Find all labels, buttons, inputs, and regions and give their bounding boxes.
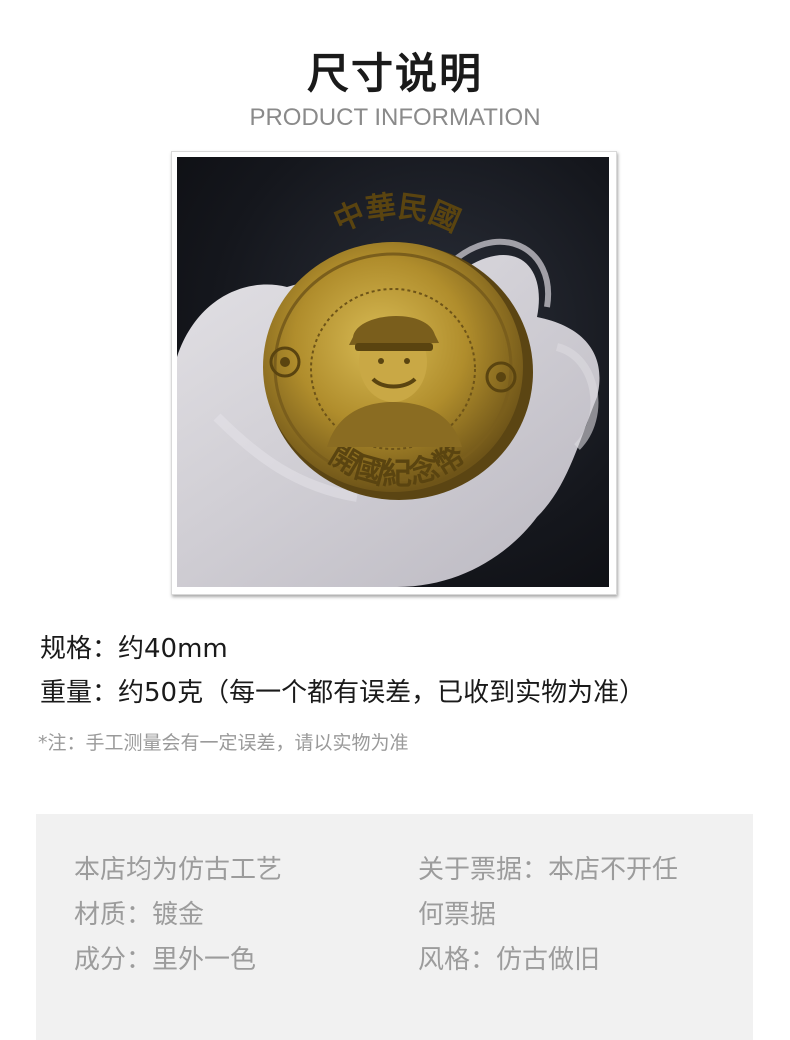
product-info-box: 本店均为仿古工艺 材质：镀金 成分：里外一色 关于票据：本店不开任 何票据 风格… xyxy=(36,814,753,1040)
page-subtitle: PRODUCT INFORMATION xyxy=(249,104,541,131)
info-right-column: 关于票据：本店不开任 何票据 风格：仿古做旧 xyxy=(418,848,718,983)
coin-top-text: 中華民國 xyxy=(329,189,466,239)
product-photo-frame: 中華民國 開國紀念幣 xyxy=(171,151,617,595)
spec-weight: 重量：约50克（每一个都有误差，已收到实物为准） xyxy=(40,678,646,708)
info-left-column: 本店均为仿古工艺 材质：镀金 成分：里外一色 xyxy=(74,848,394,983)
info-craft: 本店均为仿古工艺 xyxy=(74,855,283,885)
spec-size: 规格：约40mm xyxy=(40,634,228,664)
info-material: 材质：镀金 xyxy=(74,900,205,930)
measurement-note: *注：手工测量会有一定误差，请以实物为准 xyxy=(38,732,409,754)
info-invoice-cont: 何票据 xyxy=(418,900,497,930)
page-title: 尺寸说明 xyxy=(306,49,483,98)
coin-illustration: 中華民國 開國紀念幣 xyxy=(177,189,600,587)
info-style: 风格：仿古做旧 xyxy=(418,945,601,975)
coin: 中華民國 開國紀念幣 xyxy=(263,189,533,500)
svg-text:中華民國: 中華民國 xyxy=(329,189,466,239)
info-invoice: 关于票据：本店不开任 xyxy=(418,855,679,885)
info-composition: 成分：里外一色 xyxy=(74,945,257,975)
product-photo: 中華民國 開國紀念幣 xyxy=(177,157,609,587)
